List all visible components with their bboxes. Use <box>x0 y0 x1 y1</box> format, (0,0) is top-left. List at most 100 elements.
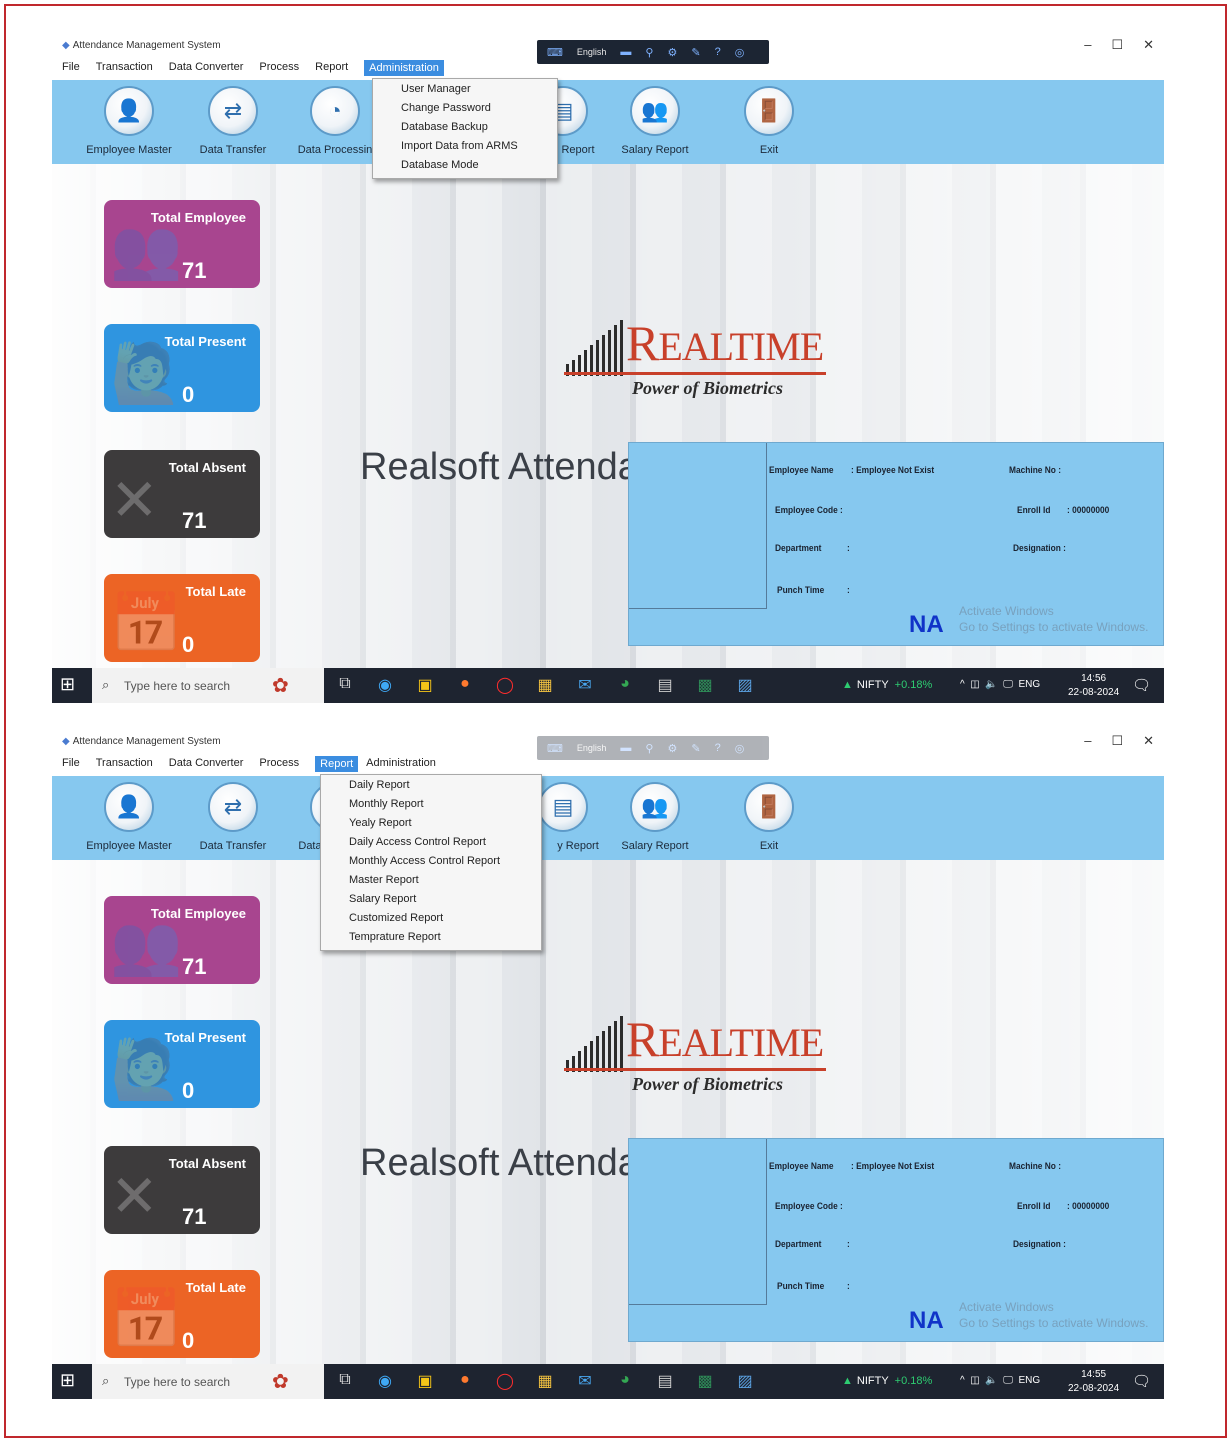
toolbar-data-transfer[interactable]: ⇄ Data Transfer <box>178 782 288 852</box>
toolbar-employee-master[interactable]: 👤 Employee Master <box>74 86 184 156</box>
menu-item-user-manager[interactable]: User Manager <box>373 81 557 100</box>
taskbar-search[interactable]: ⌕ Type here to search ✿ <box>92 1364 324 1399</box>
mail-icon[interactable]: ✉ <box>576 1371 594 1391</box>
help-icon[interactable]: ? <box>715 46 721 58</box>
language-toolbar[interactable]: ⌨ English ▬ ⚲ ⚙ ✎ ? ◎ <box>537 736 769 760</box>
menu-report[interactable]: Report <box>315 58 356 78</box>
app-window-icon[interactable]: ▤ <box>656 675 674 695</box>
menu-report[interactable]: Report <box>315 756 359 772</box>
menu-item-temprature-report[interactable]: Temprature Report <box>321 929 541 948</box>
total-late-card[interactable]: 📅 Total Late 0 <box>104 1270 260 1358</box>
menu-process[interactable]: Process <box>259 754 307 774</box>
notification-icon[interactable]: 🗨 <box>1132 676 1151 694</box>
minimize-button[interactable]: – <box>1084 733 1091 749</box>
menu-item-master-report[interactable]: Master Report <box>321 872 541 891</box>
toolbar-salary-report[interactable]: 👥 Salary Report <box>600 782 710 852</box>
chrome-icon[interactable]: ◕ <box>616 1371 634 1391</box>
windows-start-icon[interactable]: ⊞ <box>60 1370 75 1391</box>
close-button[interactable]: ✕ <box>1143 733 1154 749</box>
total-employee-card[interactable]: 👥 Total Employee 71 <box>104 200 260 288</box>
total-present-card[interactable]: 🙋 Total Present 0 <box>104 324 260 412</box>
task-view-icon[interactable]: ⧉ <box>336 675 354 695</box>
menu-transaction[interactable]: Transaction <box>96 58 161 78</box>
task-view-icon[interactable]: ⧉ <box>336 1371 354 1391</box>
toolbar-exit[interactable]: 🚪 Exit <box>714 86 824 156</box>
minus-icon[interactable]: ▬ <box>620 742 631 754</box>
options-icon[interactable]: ◎ <box>735 742 745 755</box>
menu-data-converter[interactable]: Data Converter <box>169 58 252 78</box>
pin-icon[interactable]: ⚲ <box>645 46 653 59</box>
toolbar-salary-report[interactable]: 👥 Salary Report <box>600 86 710 156</box>
menu-item-salary-report[interactable]: Salary Report <box>321 891 541 910</box>
total-present-card[interactable]: 🙋 Total Present 0 <box>104 1020 260 1108</box>
minus-icon[interactable]: ▬ <box>620 46 631 58</box>
settings-icon[interactable]: ⚙ <box>667 46 677 59</box>
total-employee-card[interactable]: 👥 Total Employee 71 <box>104 896 260 984</box>
edit-icon[interactable]: ✎ <box>691 46 700 59</box>
minimize-button[interactable]: – <box>1084 37 1091 53</box>
taskbar-search[interactable]: ⌕ Type here to search ✿ <box>92 668 324 703</box>
firefox-icon[interactable]: ● <box>456 675 474 695</box>
file-explorer-icon[interactable]: ▣ <box>416 675 434 695</box>
app-window-icon[interactable]: ▤ <box>656 1371 674 1391</box>
toolbar-employee-master[interactable]: 👤 Employee Master <box>74 782 184 852</box>
total-absent-card[interactable]: ✕ Total Absent 71 <box>104 1146 260 1234</box>
excel-icon[interactable]: ▩ <box>696 1371 714 1391</box>
menu-administration[interactable]: Administration <box>366 754 444 774</box>
store-icon[interactable]: ▦ <box>536 1371 554 1391</box>
close-button[interactable]: ✕ <box>1143 37 1154 53</box>
edit-icon[interactable]: ✎ <box>691 742 700 755</box>
menu-item-monthly-access-control-report[interactable]: Monthly Access Control Report <box>321 853 541 872</box>
menu-item-database-backup[interactable]: Database Backup <box>373 119 557 138</box>
language-toolbar[interactable]: ⌨ English ▬ ⚲ ⚙ ✎ ? ◎ <box>537 40 769 64</box>
system-tray[interactable]: ^ ◫ 🔈 🖵 ENG <box>960 679 1040 690</box>
firefox-icon[interactable]: ● <box>456 1371 474 1391</box>
search-highlight-icon[interactable]: ✿ <box>272 1369 289 1394</box>
edge-icon[interactable]: ◉ <box>376 675 394 695</box>
language-label[interactable]: English <box>577 47 607 57</box>
store-icon[interactable]: ▦ <box>536 675 554 695</box>
search-highlight-icon[interactable]: ✿ <box>272 673 289 698</box>
chrome-icon[interactable]: ◕ <box>616 675 634 695</box>
menu-item-yealy-report[interactable]: Yealy Report <box>321 815 541 834</box>
opera-icon[interactable]: ◯ <box>496 675 514 695</box>
windows-start-icon[interactable]: ⊞ <box>60 674 75 695</box>
file-explorer-icon[interactable]: ▣ <box>416 1371 434 1391</box>
total-late-card[interactable]: 📅 Total Late 0 <box>104 574 260 662</box>
menu-file[interactable]: File <box>62 58 88 78</box>
toolbar-data-transfer[interactable]: ⇄ Data Transfer <box>178 86 288 156</box>
menu-item-daily-access-control-report[interactable]: Daily Access Control Report <box>321 834 541 853</box>
menu-data-converter[interactable]: Data Converter <box>169 754 252 774</box>
notes-icon[interactable]: ▨ <box>736 1371 754 1391</box>
edge-icon[interactable]: ◉ <box>376 1371 394 1391</box>
notification-icon[interactable]: 🗨 <box>1132 1372 1151 1390</box>
menu-item-monthly-report[interactable]: Monthly Report <box>321 796 541 815</box>
menu-file[interactable]: File <box>62 754 88 774</box>
nifty-widget[interactable]: ▲ NIFTY +0.18% <box>842 1375 932 1387</box>
taskbar-clock[interactable]: 14:56 22-08-2024 <box>1068 672 1119 700</box>
opera-icon[interactable]: ◯ <box>496 1371 514 1391</box>
help-icon[interactable]: ? <box>715 742 721 754</box>
menu-administration[interactable]: Administration <box>364 60 444 76</box>
toolbar-exit[interactable]: 🚪 Exit <box>714 782 824 852</box>
total-absent-card[interactable]: ✕ Total Absent 71 <box>104 450 260 538</box>
menu-transaction[interactable]: Transaction <box>96 754 161 774</box>
taskbar-clock[interactable]: 14:55 22-08-2024 <box>1068 1368 1119 1396</box>
mail-icon[interactable]: ✉ <box>576 675 594 695</box>
language-label[interactable]: English <box>577 743 607 753</box>
options-icon[interactable]: ◎ <box>735 46 745 59</box>
menu-item-daily-report[interactable]: Daily Report <box>321 777 541 796</box>
maximize-button[interactable]: ☐ <box>1111 733 1123 749</box>
menu-item-customized-report[interactable]: Customized Report <box>321 910 541 929</box>
excel-icon[interactable]: ▩ <box>696 675 714 695</box>
menu-item-database-mode[interactable]: Database Mode <box>373 157 557 176</box>
settings-icon[interactable]: ⚙ <box>667 742 677 755</box>
system-tray[interactable]: ^ ◫ 🔈 🖵 ENG <box>960 1375 1040 1386</box>
menu-process[interactable]: Process <box>259 58 307 78</box>
pin-icon[interactable]: ⚲ <box>645 742 653 755</box>
menu-item-import-data-arms[interactable]: Import Data from ARMS <box>373 138 557 157</box>
nifty-widget[interactable]: ▲ NIFTY +0.18% <box>842 679 932 691</box>
notes-icon[interactable]: ▨ <box>736 675 754 695</box>
maximize-button[interactable]: ☐ <box>1111 37 1123 53</box>
menu-item-change-password[interactable]: Change Password <box>373 100 557 119</box>
